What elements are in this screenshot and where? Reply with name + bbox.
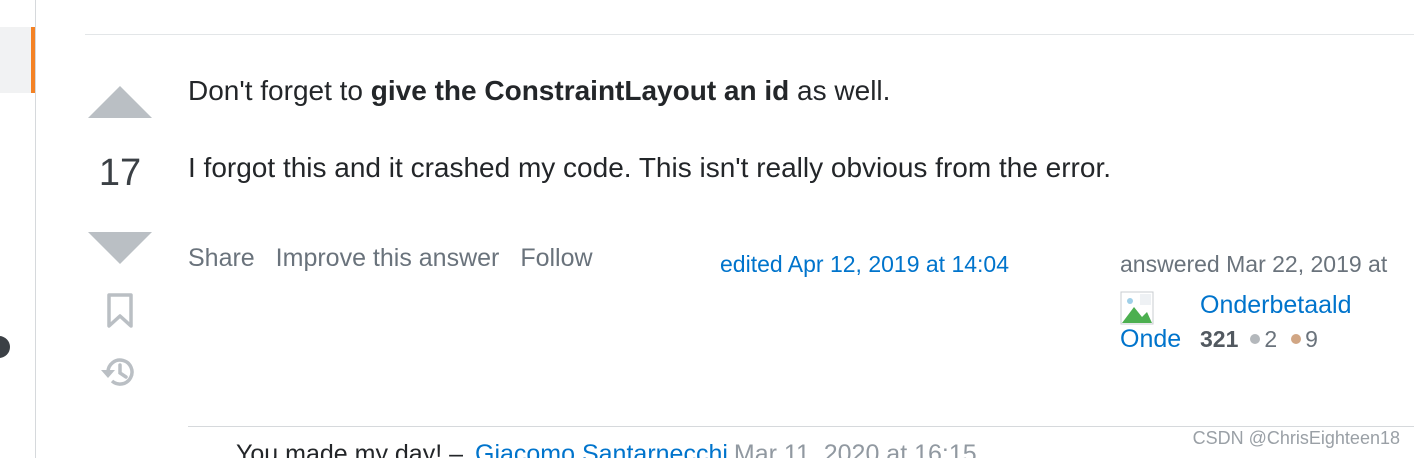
broken-image-icon [1120, 291, 1154, 325]
comment-user-link[interactable]: Giacomo Santarnecchi [475, 440, 728, 458]
bookmark-button[interactable] [106, 293, 134, 329]
bronze-badge-count: 9 [1305, 326, 1318, 352]
paragraph-1-lead: Don't forget to [188, 75, 371, 106]
comment: You made my day! – Giacomo Santarnecchi Ma… [236, 440, 977, 458]
comments-divider [188, 426, 1414, 427]
edited-link[interactable]: edited Apr 12, 2019 at 14:04 [720, 251, 1009, 278]
user-card: answered Mar 22, 2019 at Onde Onderbetaa… [1120, 251, 1414, 353]
share-link[interactable]: Share [188, 244, 255, 272]
silver-badge-icon [1250, 333, 1261, 344]
user-stats: 321 2 9 [1200, 326, 1352, 353]
reputation-score: 321 [1200, 326, 1239, 352]
improve-answer-link[interactable]: Improve this answer [276, 244, 500, 272]
upvote-button[interactable] [88, 86, 152, 120]
watermark: CSDN @ChrisEighteen18 [1192, 428, 1400, 448]
answer-body: Don't forget to give the ConstraintLayou… [188, 70, 1388, 189]
bronze-badge-icon [1291, 333, 1302, 344]
vote-count: 17 [98, 152, 142, 194]
answer-paragraph-2: I forgot this and it crashed my code. Th… [188, 152, 1112, 183]
avatar-alt-text: Onde [1120, 325, 1182, 353]
downvote-button[interactable] [88, 232, 152, 266]
answer-paragraph-1: Don't forget to give the ConstraintLayou… [188, 70, 1388, 112]
upvote-arrow-icon [88, 86, 152, 118]
comment-date[interactable]: Mar 11, 2020 at 16:15 [734, 440, 977, 458]
top-divider [85, 34, 1414, 35]
answer-page: 17 Don't forget to give the ConstraintLa… [0, 0, 1414, 458]
comment-separator: – [442, 440, 463, 458]
left-sidebar [0, 0, 36, 458]
silver-badge-count: 2 [1264, 326, 1278, 352]
post-menu: Share Improve this answer Follow [188, 244, 607, 273]
sidebar-active-item[interactable] [0, 27, 35, 93]
paragraph-1-tail: as well. [789, 75, 891, 106]
bookmark-icon [107, 293, 133, 328]
user-details: Onderbetaald 321 2 9 [1200, 291, 1352, 353]
history-button[interactable] [99, 354, 139, 390]
answered-time: answered Mar 22, 2019 at [1120, 251, 1388, 277]
paragraph-1-bold: give the ConstraintLayout an id [370, 75, 790, 106]
comment-text: You made my day! [236, 440, 443, 458]
downvote-arrow-icon [88, 232, 152, 264]
history-icon [101, 358, 134, 386]
avatar[interactable]: Onde [1120, 291, 1190, 355]
follow-link[interactable]: Follow [520, 244, 592, 272]
user-name-link[interactable]: Onderbetaald [1200, 291, 1352, 320]
